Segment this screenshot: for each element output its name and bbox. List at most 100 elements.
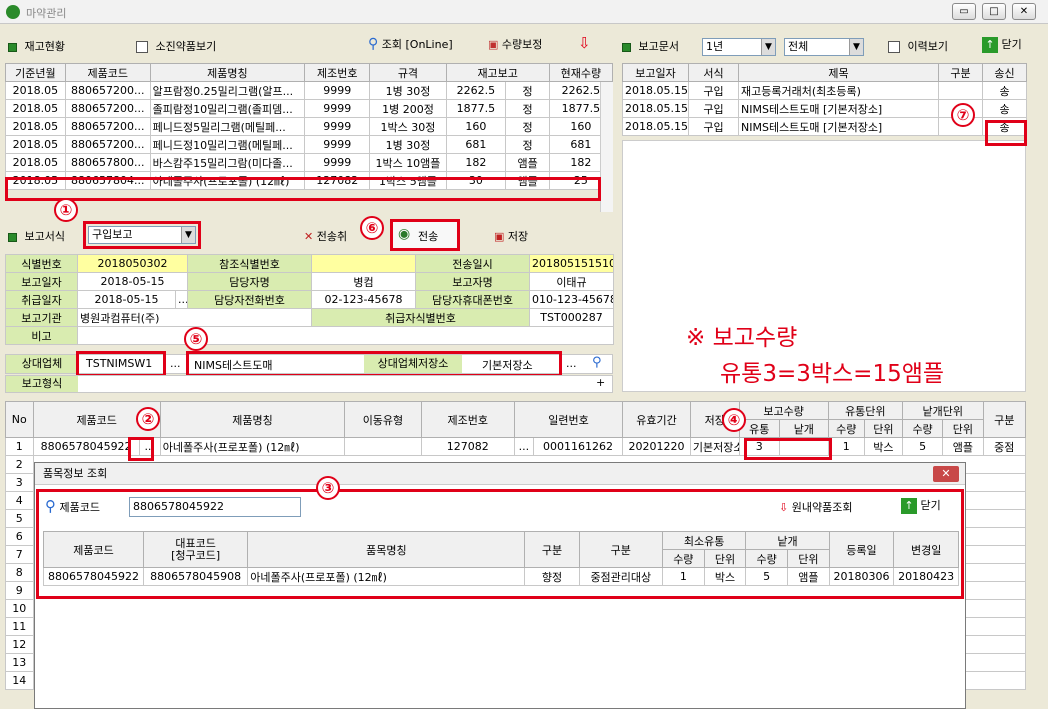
row-number: 7 (5, 545, 34, 564)
highlight-partner-code (76, 351, 166, 377)
col-header[interactable]: 단위 (942, 419, 984, 438)
col-header[interactable]: 유통단위 (827, 401, 903, 420)
row-number: 4 (5, 491, 34, 510)
col-header[interactable]: 서식 (688, 63, 739, 82)
close-button[interactable]: ✕ (1012, 3, 1036, 20)
maximize-button[interactable]: □ (982, 3, 1006, 20)
reporter-value[interactable]: 이태규 (529, 272, 614, 291)
table-cell: NIMS테스트도매 [기본저장소] (738, 99, 939, 118)
col-header[interactable]: 제품명칭 (149, 63, 306, 82)
col-header[interactable]: 제목 (738, 63, 939, 82)
period-select[interactable]: 1년 ▼ (702, 38, 776, 56)
col-header[interactable]: 유효기간 (622, 401, 691, 438)
col-header[interactable]: 이동유형 (344, 401, 422, 438)
marker-1: ① (54, 198, 78, 222)
minimize-button[interactable]: ▭ (952, 3, 976, 20)
table-cell: 2018.05 (5, 153, 66, 172)
col-header[interactable]: 수량 (827, 419, 865, 438)
table-row[interactable]: 1 8806578045922 ... 아네폴주사(프로포폴) (12㎖) 12… (5, 437, 1026, 456)
date-picker-button[interactable]: ... (175, 290, 188, 309)
stock-header-row: 기준년월 제품코드 제품명칭 제조번호 규격 재고보고 현재수량 (5, 63, 614, 82)
col-header[interactable]: 제품명칭 (159, 401, 346, 438)
col-header[interactable]: 보고일자 (622, 63, 689, 82)
col-header[interactable]: 구분 (938, 63, 983, 82)
table-row[interactable]: 2018.05 880657200... 알프람정0.25밀리그램(알프... 999… (5, 81, 614, 100)
table-cell: 정 (505, 117, 550, 136)
row-number: 3 (5, 473, 34, 492)
filter-select[interactable]: 전체 ▼ (784, 38, 864, 56)
col-header[interactable]: 보고수량 (738, 401, 829, 420)
highlight-send (985, 120, 1027, 146)
table-row[interactable]: 2018.05 880657200... 졸피람정10밀리그램(졸피뎀... 9999… (5, 99, 614, 118)
table-cell: 구입 (688, 117, 739, 136)
row-number: 8 (5, 563, 34, 582)
phone-value[interactable]: 02-123-45678 (311, 290, 416, 309)
download-icon[interactable]: ⇩ (578, 34, 591, 52)
storage-picker-button[interactable]: ... (566, 357, 577, 370)
table-cell: 페니드정10밀리그램(메틸페... (149, 135, 306, 154)
highlight-code-picker (128, 437, 154, 461)
col-header[interactable]: 규격 (369, 63, 447, 82)
add-button[interactable]: + (596, 376, 605, 389)
col-header[interactable]: 수량 (901, 419, 944, 438)
mobile-value[interactable]: 010-123-45678 (529, 290, 614, 309)
table-cell (938, 81, 983, 100)
table-cell: 송 (982, 99, 1027, 118)
col-header[interactable]: 낱개단위 (901, 401, 984, 420)
exhausted-toggle[interactable]: 소진약품보기 (136, 38, 216, 54)
qty-adjust-button[interactable]: ▣ 수량보정 (488, 36, 542, 52)
table-cell: 880657800... (64, 153, 151, 172)
dialog-close-button[interactable]: ✕ (933, 466, 959, 482)
dialog-title: 품목정보 조회 (43, 467, 108, 480)
id-value[interactable]: 2018050302 (77, 254, 188, 273)
highlight-partner-name (186, 351, 562, 377)
handler-id-value[interactable]: TST000287 (529, 308, 614, 327)
col-header[interactable]: 재고보고 (445, 63, 550, 82)
section-icon (622, 42, 631, 52)
col-header[interactable]: No (5, 401, 34, 438)
sent-value[interactable]: 20180515151001 (529, 254, 614, 273)
col-header[interactable]: 현재수량 (548, 63, 614, 82)
history-toggle[interactable]: 이력보기 (888, 38, 948, 54)
table-cell: 2018.05 (5, 99, 66, 118)
lot-picker-button[interactable]: ... (513, 437, 534, 456)
stock-scrollbar[interactable] (600, 82, 613, 212)
partner-picker-button[interactable]: ... (170, 357, 181, 370)
col-header[interactable]: 단위 (863, 419, 903, 438)
table-cell: 880657200... (64, 81, 151, 100)
ref-value[interactable] (311, 254, 416, 273)
col-header[interactable]: 기준년월 (5, 63, 66, 82)
reports-close-button[interactable]: ↑ 닫기 (982, 36, 1022, 53)
format-row: 보고형식 + (5, 375, 613, 393)
col-header[interactable]: 낱개 (778, 419, 829, 438)
handle-date-value[interactable]: 2018-05-15 (77, 290, 176, 309)
save-button[interactable]: ▣ 저장 (494, 228, 528, 244)
col-header[interactable]: 제조번호 (420, 401, 515, 438)
table-row[interactable]: 2018.05 880657200... 페니드정10밀리그램(메틸페... 9999… (5, 135, 614, 154)
exhausted-checkbox[interactable] (136, 41, 148, 53)
manager-label: 담당자명 (187, 272, 312, 291)
mobile-label: 담당자휴대폰번호 (415, 290, 530, 309)
report-date-value[interactable]: 2018-05-15 (77, 272, 188, 291)
table-cell: 페니드정5밀리그램(메틸페... (149, 117, 306, 136)
search-button[interactable]: ⚲ 조회 [OnLine] (368, 36, 453, 52)
search-icon[interactable]: ⚲ (592, 355, 602, 370)
table-row[interactable]: 2018.05 880657200... 페니드정5밀리그램(메틸페... 9999 1… (5, 117, 614, 136)
history-checkbox[interactable] (888, 41, 900, 53)
org-value[interactable]: 병원과컴퓨터(주) (77, 308, 312, 327)
col-header[interactable]: 송신 (982, 63, 1027, 82)
table-cell: 구입 (688, 81, 739, 100)
manager-value[interactable]: 병컴 (311, 272, 416, 291)
highlight-report-type (83, 221, 201, 249)
row-number: 14 (5, 671, 34, 690)
table-cell: 정 (505, 81, 550, 100)
transmit-cancel-button[interactable]: ✕ 전송취 (304, 228, 347, 244)
col-header[interactable]: 일련번호 (513, 401, 624, 438)
table-row[interactable]: 2018.05 880657800... 바스캄주15밀리그람(미다졸... 9999… (5, 153, 614, 172)
col-header[interactable]: 제품코드 (64, 63, 151, 82)
table-row[interactable]: 2018.05.15 구입 재고등록거래처(최초등록) 송 (622, 81, 1027, 100)
table-cell: 880657200... (64, 99, 151, 118)
col-header[interactable]: 구분 (982, 401, 1026, 438)
col-header[interactable]: 제조번호 (304, 63, 371, 82)
memo-value[interactable] (77, 326, 614, 345)
